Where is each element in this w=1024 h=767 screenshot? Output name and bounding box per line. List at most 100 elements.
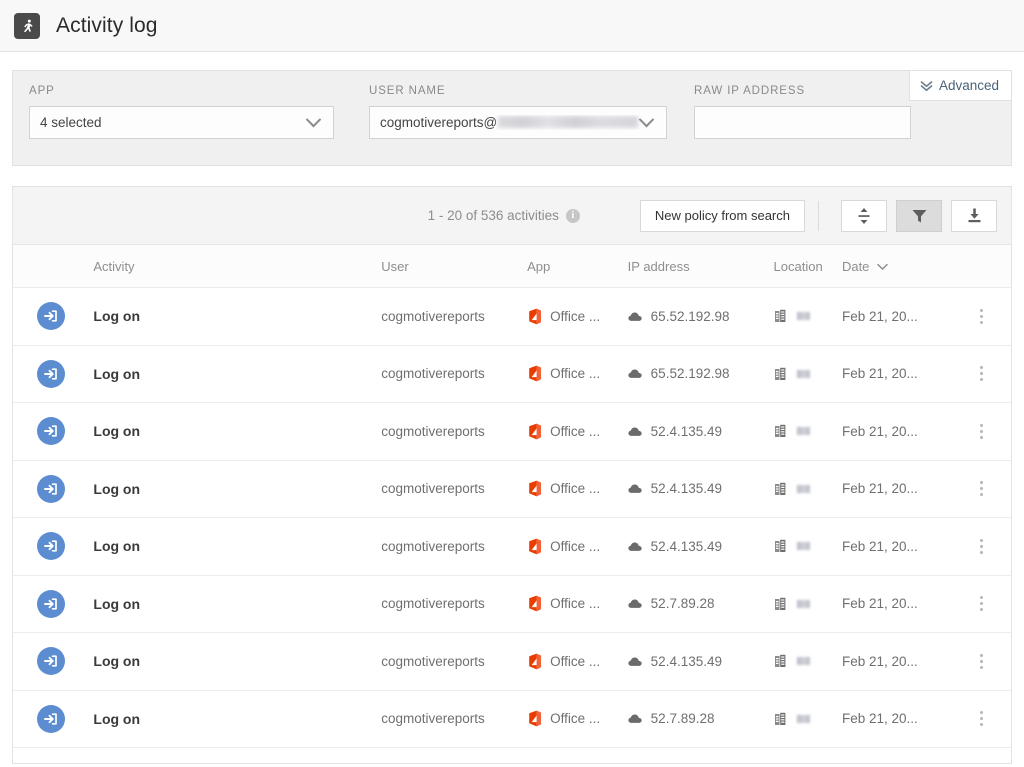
table-row[interactable]: Log oncogmotivereportsOffice ...52.4.135… [13, 518, 1011, 576]
log-on-icon [37, 302, 65, 330]
cloud-icon [628, 426, 643, 437]
row-ip-cell: 52.4.135.49 [628, 518, 774, 576]
row-app-cell: Office ... [527, 518, 628, 576]
results-count: 1 - 20 of 536 activities i [428, 208, 580, 223]
col-date[interactable]: Date [842, 245, 953, 288]
row-height-button[interactable] [841, 200, 887, 232]
date-label: Feb 21, 20... [842, 309, 918, 324]
row-user-cell: cogmotivereports [381, 518, 527, 576]
location-redacted [797, 600, 810, 608]
app-label: Office ... [550, 424, 600, 439]
new-policy-from-search-button[interactable]: New policy from search [640, 200, 805, 232]
ip-label: 52.7.89.28 [651, 711, 715, 726]
row-app-cell: Office ... [527, 690, 628, 748]
building-icon [774, 482, 788, 496]
date-label: Feb 21, 20... [842, 711, 918, 726]
app-filter-value: 4 selected [40, 115, 308, 130]
col-app[interactable]: App [527, 245, 628, 288]
filter-group-raw-ip: RAW IP ADDRESS [694, 85, 924, 165]
app-filter-select[interactable]: 4 selected [29, 106, 334, 139]
building-icon [774, 597, 788, 611]
col-ip-address[interactable]: IP address [628, 245, 774, 288]
row-ip-cell: 52.7.89.28 [628, 575, 774, 633]
office-logo-icon [527, 423, 542, 440]
advanced-label: Advanced [939, 78, 999, 93]
row-date-cell: Feb 21, 20... [842, 690, 953, 748]
info-icon[interactable]: i [566, 209, 580, 223]
col-date-inner: Date [842, 259, 953, 274]
user-label: cogmotivereports [381, 539, 485, 554]
filter-button[interactable] [896, 200, 942, 232]
office-logo-icon [527, 653, 542, 670]
office-logo-icon [527, 710, 542, 727]
user-name-filter-label: USER NAME [369, 85, 694, 97]
table-row[interactable]: Log oncogmotivereportsOffice ...65.52.19… [13, 345, 1011, 403]
row-app-cell: Office ... [527, 288, 628, 346]
chevron-down-icon [639, 112, 655, 128]
table-header-row: Activity User App IP address Location Da… [13, 245, 1011, 288]
row-menu-cell [953, 690, 1011, 748]
kebab-menu-icon[interactable] [953, 654, 1011, 669]
user-label: cogmotivereports [381, 654, 485, 669]
activity-label: Log on [93, 711, 140, 727]
building-icon [774, 309, 788, 323]
user-label: cogmotivereports [381, 711, 485, 726]
raw-ip-filter-label: RAW IP ADDRESS [694, 85, 924, 97]
kebab-menu-icon[interactable] [953, 596, 1011, 611]
app-label: Office ... [550, 366, 600, 381]
row-activity-icon-cell [13, 633, 79, 691]
page-header: Activity log [0, 0, 1024, 52]
kebab-menu-icon[interactable] [953, 424, 1011, 439]
table-row[interactable]: Log oncogmotivereportsOffice ...52.4.135… [13, 633, 1011, 691]
results-panel: 1 - 20 of 536 activities i New policy fr… [12, 186, 1012, 764]
row-activity-cell: Log on [79, 460, 381, 518]
date-label: Feb 21, 20... [842, 654, 918, 669]
table-row[interactable]: Log oncogmotivereportsOffice ...65.52.19… [13, 288, 1011, 346]
date-label: Feb 21, 20... [842, 424, 918, 439]
row-activity-icon-cell [13, 690, 79, 748]
funnel-icon [911, 208, 928, 224]
row-menu-cell [953, 403, 1011, 461]
table-row[interactable]: Log oncogmotivereportsOffice ...52.4.135… [13, 403, 1011, 461]
kebab-menu-icon[interactable] [953, 366, 1011, 381]
row-activity-icon-cell [13, 345, 79, 403]
kebab-menu-icon[interactable] [953, 539, 1011, 554]
row-app-cell: Office ... [527, 575, 628, 633]
results-toolbar: 1 - 20 of 536 activities i New policy fr… [13, 187, 1011, 245]
activity-table: Activity User App IP address Location Da… [13, 245, 1011, 748]
col-location[interactable]: Location [774, 245, 842, 288]
app-filter-label: APP [29, 85, 369, 97]
row-menu-cell [953, 460, 1011, 518]
kebab-menu-icon[interactable] [953, 481, 1011, 496]
chevron-down-icon [306, 112, 322, 128]
date-label: Feb 21, 20... [842, 366, 918, 381]
raw-ip-input[interactable] [694, 106, 911, 139]
table-row[interactable]: Log on cogmotivereports Office ... 52.7.89.… [13, 690, 1011, 748]
table-header: Activity User App IP address Location Da… [13, 245, 1011, 288]
table-row[interactable]: Log oncogmotivereportsOffice ...52.4.135… [13, 460, 1011, 518]
date-label: Feb 21, 20... [842, 539, 918, 554]
user-name-filter-select[interactable]: cogmotivereports@ [369, 106, 667, 139]
export-button[interactable] [951, 200, 997, 232]
cloud-icon [628, 483, 643, 494]
row-user-cell: cogmotivereports [381, 575, 527, 633]
row-menu-cell [953, 345, 1011, 403]
cloud-icon [628, 656, 643, 667]
table-row[interactable]: Log oncogmotivereportsOffice ...52.7.89.… [13, 575, 1011, 633]
col-user[interactable]: User [381, 245, 527, 288]
cloud-icon [628, 311, 643, 322]
log-on-icon [37, 647, 65, 675]
advanced-toggle[interactable]: Advanced [909, 71, 1011, 101]
user-label: cogmotivereports [381, 309, 485, 324]
double-chevron-down-icon [920, 80, 933, 92]
ip-label: 52.4.135.49 [651, 654, 722, 669]
row-location-cell [774, 633, 842, 691]
kebab-menu-icon[interactable] [953, 309, 1011, 324]
kebab-menu-icon[interactable] [953, 711, 1011, 726]
ip-label: 52.7.89.28 [651, 596, 715, 611]
col-activity[interactable]: Activity [79, 245, 381, 288]
toolbar-divider [818, 201, 819, 231]
row-menu-cell [953, 288, 1011, 346]
building-icon [774, 654, 788, 668]
row-date-cell: Feb 21, 20... [842, 403, 953, 461]
